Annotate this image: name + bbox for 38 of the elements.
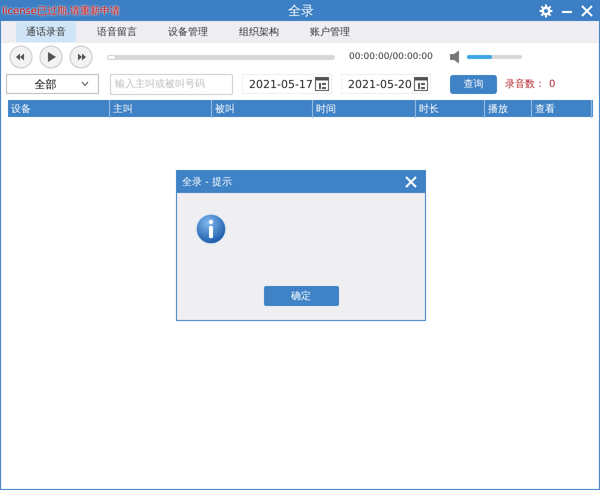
column-header[interactable]: 被叫 [212, 100, 313, 118]
calendar-icon[interactable] [414, 76, 428, 92]
tab[interactable]: 语音留言 [87, 22, 147, 42]
play-button[interactable] [39, 45, 63, 69]
device-dropdown[interactable]: 全部 [6, 74, 99, 94]
record-count: 0 [549, 78, 556, 90]
volume-track[interactable] [466, 55, 522, 59]
settings-icon[interactable] [539, 4, 553, 18]
tab[interactable]: 账户管理 [300, 22, 360, 42]
column-header[interactable]: 主叫 [110, 100, 212, 118]
ok-button[interactable]: 确定 [264, 286, 338, 306]
tab[interactable]: 通话录音 [16, 22, 76, 42]
window-title: 全录 [287, 3, 315, 20]
rewind-button[interactable] [9, 45, 33, 69]
license-notice: license已过期,请重新申请 [1, 4, 120, 18]
column-header[interactable]: 设备 [8, 100, 110, 118]
number-search-field[interactable]: 输入主叫或被叫号码 [110, 74, 233, 94]
column-header[interactable]: 时间 [313, 100, 416, 118]
time-readout: 00:00:00/00:00:00 [349, 52, 433, 62]
start-date-field[interactable]: 2021-05-17 [242, 74, 332, 94]
chevron-down-icon [80, 81, 88, 87]
dialog-title: 全录 - 提示 [182, 176, 232, 189]
speaker-icon[interactable] [448, 50, 461, 64]
progress-thumb[interactable] [107, 54, 116, 60]
calendar-icon[interactable] [315, 76, 329, 92]
column-header[interactable]: 查看 [532, 100, 592, 118]
tab[interactable]: 组织架构 [229, 22, 289, 42]
end-date-field[interactable]: 2021-05-20 [341, 74, 431, 94]
record-count-label: 录音数： [505, 78, 545, 91]
info-icon [195, 213, 227, 245]
forward-button[interactable] [69, 45, 93, 69]
query-button[interactable]: 查询 [450, 74, 497, 94]
progress-track[interactable] [107, 54, 335, 60]
close-icon[interactable] [581, 4, 593, 18]
tab[interactable]: 设备管理 [158, 22, 218, 42]
column-header[interactable]: 播放 [485, 100, 532, 118]
column-header[interactable]: 时长 [416, 100, 485, 118]
close-icon[interactable] [405, 176, 417, 188]
